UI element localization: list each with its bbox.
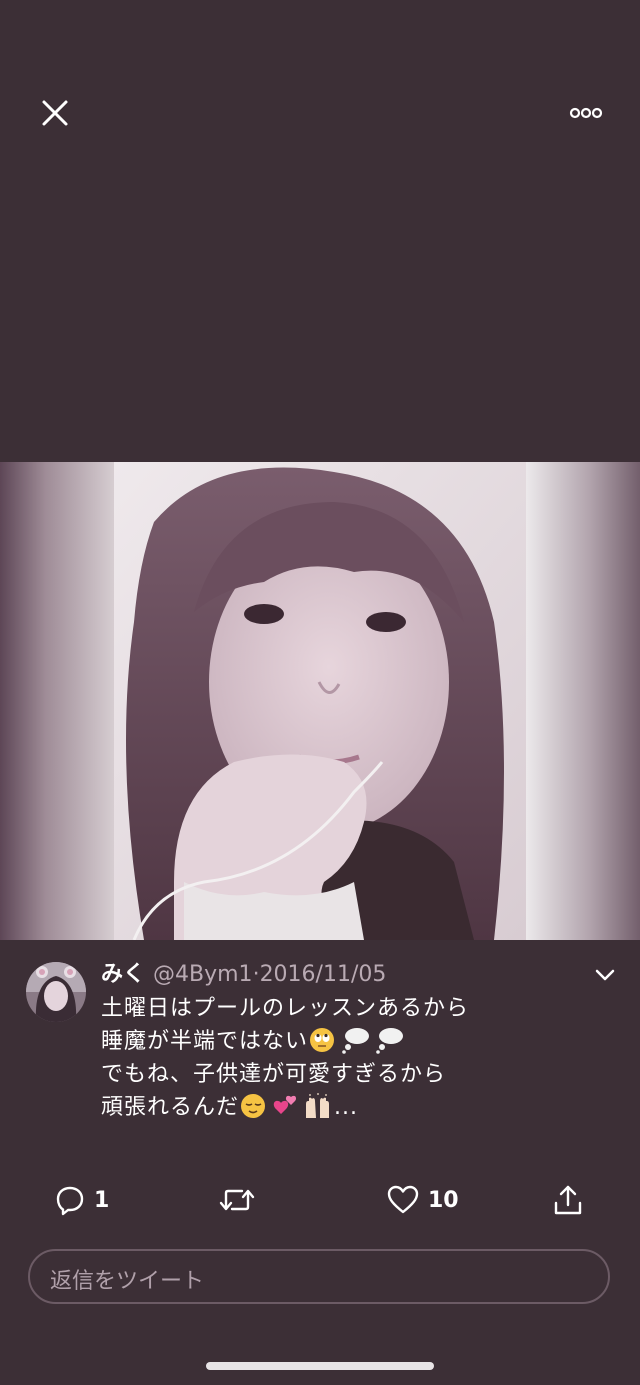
media-blur-right — [526, 462, 640, 940]
relieved-face-emoji — [241, 1094, 266, 1118]
close-icon — [42, 100, 68, 126]
reply-button[interactable]: 1 — [54, 1180, 109, 1220]
raising-hands-emoji — [306, 1093, 330, 1118]
rolling-eyes-emoji — [310, 1028, 335, 1052]
reply-input[interactable]: 返信をツイート — [28, 1249, 610, 1304]
tweet-text-segment: 頑張れるんだ — [101, 1095, 240, 1120]
more-dots-icon — [569, 107, 603, 119]
tweet-text-line: 土曜日はプールのレッスンあるから — [101, 996, 470, 1021]
avatar[interactable] — [26, 962, 86, 1022]
tweet-text-line: 睡魔が半端ではない — [101, 1025, 601, 1058]
home-indicator[interactable] — [206, 1362, 434, 1370]
top-bar — [0, 0, 640, 200]
tweet-date: 2016/11/05 — [259, 962, 387, 987]
media-blur-left — [0, 462, 114, 940]
tweet-detail: みく @4Bym1·2016/11/05 土曜日はプールのレッスンあるから 睡魔が… — [0, 940, 640, 1385]
tweet-media[interactable] — [0, 462, 640, 940]
reply-placeholder: 返信をツイート — [50, 1269, 205, 1294]
avatar-image — [26, 962, 86, 1022]
chevron-down-icon — [595, 969, 615, 981]
retweet-icon — [219, 1189, 255, 1211]
tweet-text-line: 頑張れるんだ ... — [101, 1091, 601, 1124]
share-button[interactable] — [551, 1180, 585, 1220]
tweet-menu-chevron[interactable] — [592, 962, 618, 988]
tweet-actions: 1 10 — [0, 1180, 640, 1220]
thought-bubble-emoji — [376, 1028, 404, 1054]
share-icon — [554, 1185, 582, 1215]
tweet-text-line: でもね、子供達が可愛すぎるから — [101, 1062, 447, 1087]
separator-dot: · — [252, 962, 260, 987]
like-count: 10 — [428, 1187, 459, 1213]
tweet-ellipsis: ... — [334, 1095, 358, 1120]
two-hearts-emoji — [273, 1095, 297, 1114]
more-options-button[interactable] — [560, 96, 612, 130]
tweet-text-segment: 睡魔が半端ではない — [101, 1029, 309, 1054]
tweet-header: みく @4Bym1·2016/11/05 — [101, 960, 386, 990]
tweet-text: 土曜日はプールのレッスンあるから 睡魔が半端ではない でもね、子供達が可愛すぎる… — [101, 992, 601, 1124]
display-name[interactable]: みく — [101, 962, 145, 987]
thought-bubble-emoji — [342, 1028, 370, 1054]
like-button[interactable]: 10 — [386, 1180, 459, 1220]
close-button[interactable] — [34, 92, 76, 134]
tweet-photo[interactable] — [114, 462, 526, 940]
heart-icon — [387, 1185, 419, 1214]
user-handle[interactable]: @4Bym1 — [153, 962, 253, 987]
reply-count: 1 — [94, 1187, 110, 1213]
reply-icon — [56, 1186, 84, 1216]
retweet-button[interactable] — [218, 1180, 264, 1220]
